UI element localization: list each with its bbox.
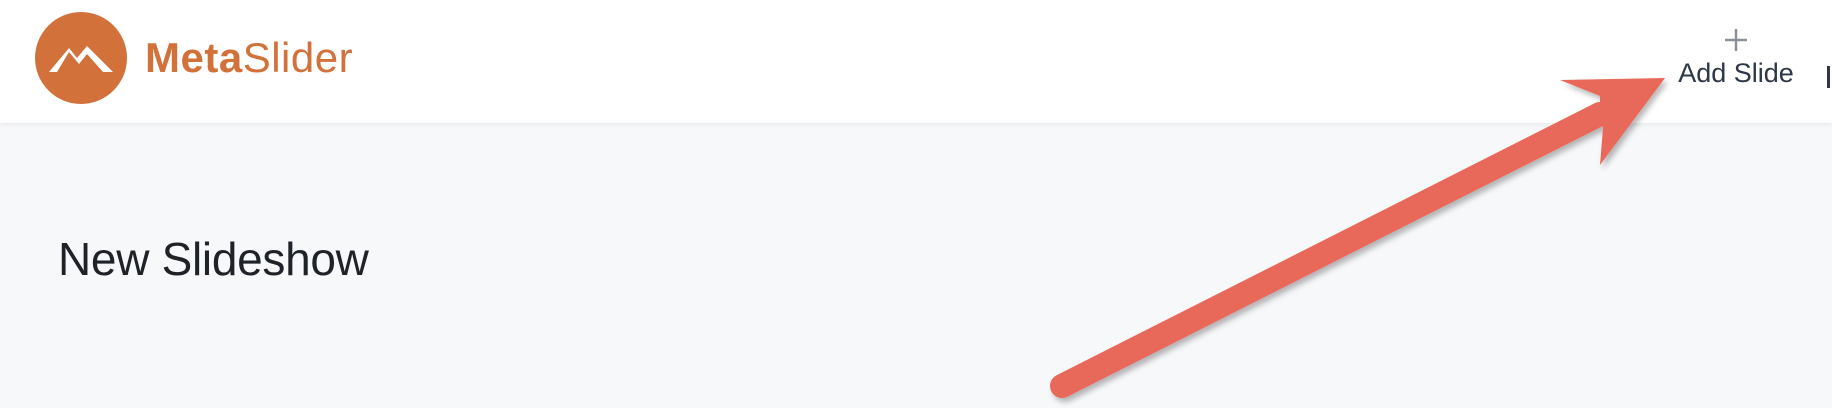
app-frame: MetaSlider Add Slide New Slideshow xyxy=(0,0,1832,408)
metaslider-logo-icon xyxy=(35,12,127,104)
add-slide-label: Add Slide xyxy=(1678,58,1794,88)
brand-name-light: Slider xyxy=(242,34,354,81)
annotation-arrow-shaft xyxy=(1050,102,1612,398)
brand-name: MetaSlider xyxy=(145,37,353,79)
page-title: New Slideshow xyxy=(58,233,369,285)
next-toolbar-item-edge xyxy=(1827,66,1830,88)
plus-icon xyxy=(1725,29,1747,51)
top-bar: MetaSlider Add Slide xyxy=(0,0,1832,123)
brand-name-bold: Meta xyxy=(145,34,243,81)
brand-logo[interactable]: MetaSlider xyxy=(35,12,353,104)
add-slide-button[interactable]: Add Slide xyxy=(1668,20,1804,100)
